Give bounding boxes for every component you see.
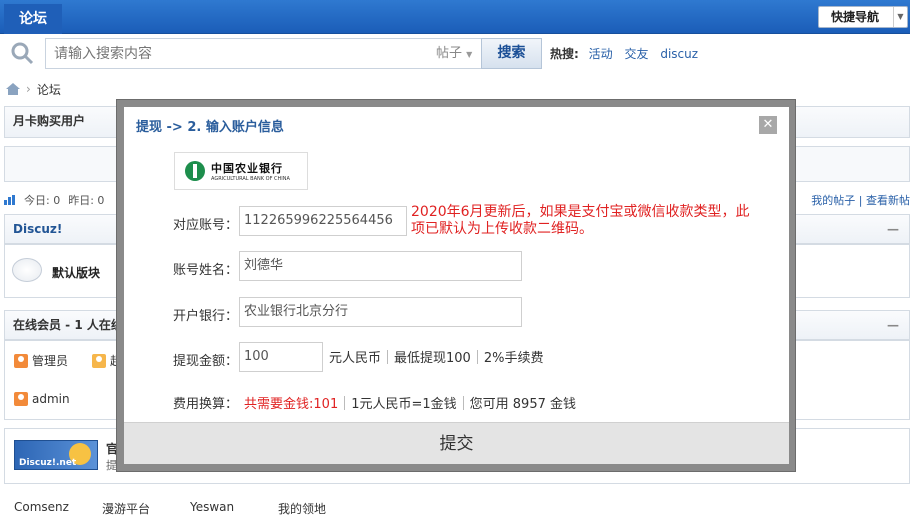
search-bar: 帖子 ▼ 搜索 热搜: 活动 交友 discuz xyxy=(0,35,910,73)
submit-button[interactable]: 提交 xyxy=(124,422,789,464)
hot-label: 热搜: xyxy=(550,47,579,61)
amount-label: 提现金额： xyxy=(173,354,239,369)
update-note: 2020年6月更新后，如果是支付宝或微信收款类型，此项已默认为上传收款二维码。 xyxy=(411,204,750,237)
discuz-logo[interactable]: Discuz!.net xyxy=(14,440,98,470)
header-links: 我的帖子 | 查看新帖 xyxy=(811,194,910,207)
nav-tab-forum[interactable]: 论坛 xyxy=(4,4,62,34)
divider xyxy=(462,395,464,410)
amount-unit: 元人民币 xyxy=(329,351,382,366)
search-type-select[interactable]: 帖子 ▼ xyxy=(432,38,482,69)
conversion-line: 费用换算： 共需要金钱:101 1元人民币=1金钱 您可用 8957 金钱 xyxy=(173,393,576,412)
chevron-down-icon: ▼ xyxy=(893,7,907,27)
stat-yesterday: 昨日: 0 xyxy=(68,194,105,207)
forum-name[interactable]: 默认版块 xyxy=(52,264,100,281)
member-admin-group[interactable]: 管理员 xyxy=(14,352,68,369)
bank-emblem-icon xyxy=(185,161,205,181)
divider xyxy=(387,349,389,364)
discuz-header-title: Discuz! xyxy=(13,222,63,236)
divider xyxy=(344,395,346,410)
member-label: 管理员 xyxy=(32,354,69,368)
footer-link-comsenz[interactable]: Comsenz xyxy=(14,500,102,517)
forum-bubble-icon xyxy=(12,258,42,282)
amount-min: 最低提现100 xyxy=(394,351,471,366)
conversion-available: 您可用 8957 金钱 xyxy=(469,397,577,412)
footer-link-domain[interactable]: 我的领地 xyxy=(278,500,366,517)
online-header-title: 在线会员 - 1 人在线 xyxy=(13,318,123,332)
withdraw-dialog: 提现 -> 2. 输入账户信息 ✕ 中国农业银行 AGRICULTURAL BA… xyxy=(124,107,789,464)
amount-input[interactable]: 100 xyxy=(239,342,323,372)
bank-name-en: AGRICULTURAL BANK OF CHINA xyxy=(211,176,290,182)
hot-link-friends[interactable]: 交友 xyxy=(624,47,648,61)
bank-logo: 中国农业银行 AGRICULTURAL BANK OF CHINA xyxy=(174,152,308,190)
conversion-label: 费用换算： xyxy=(173,397,239,412)
user-icon xyxy=(14,353,28,368)
forum-stats: 今日: 0 昨日: 0 xyxy=(4,192,104,208)
bank-label: 开户银行： xyxy=(173,309,239,324)
hot-link-activity[interactable]: 活动 xyxy=(589,47,613,61)
bank-name-cn: 中国农业银行 xyxy=(211,162,283,175)
search-icon xyxy=(11,42,34,65)
member-admin[interactable]: admin xyxy=(14,392,70,406)
top-navbar: 论坛 快捷导航 ▼ xyxy=(0,0,910,34)
my-posts-link[interactable]: 我的帖子 xyxy=(811,194,855,207)
user-icon xyxy=(14,392,28,406)
dialog-title: 提现 -> 2. 输入账户信息 xyxy=(136,120,284,135)
chevron-down-icon: ▼ xyxy=(466,50,473,59)
breadcrumb-separator: › xyxy=(26,82,31,96)
breadcrumb-current[interactable]: 论坛 xyxy=(37,81,61,98)
footer-links: Comsenz 漫游平台 Yeswan 我的领地 xyxy=(14,500,366,517)
search-button[interactable]: 搜索 xyxy=(481,38,542,69)
name-input[interactable]: 刘德华 xyxy=(239,251,522,281)
stat-today: 今日: 0 xyxy=(24,194,61,207)
account-label: 对应账号： xyxy=(173,218,239,233)
footer-link-yeswan[interactable]: Yeswan xyxy=(190,500,278,517)
quick-nav-label: 快捷导航 xyxy=(831,10,880,24)
quick-nav-dropdown[interactable]: 快捷导航 ▼ xyxy=(818,6,908,28)
user-icon xyxy=(92,353,106,368)
new-posts-link[interactable]: 查看新帖 xyxy=(866,194,910,207)
conversion-needed: 共需要金钱:101 xyxy=(244,397,339,412)
bank-input[interactable]: 农业银行北京分行 xyxy=(239,297,522,327)
conversion-rate: 1元人民币=1金钱 xyxy=(351,397,457,412)
stats-icon xyxy=(4,195,15,205)
collapse-icon[interactable]: — xyxy=(887,311,899,339)
amount-fee: 2%手续费 xyxy=(483,351,544,366)
breadcrumb: › 论坛 xyxy=(6,80,61,98)
account-input[interactable]: 112265996225564456 xyxy=(239,206,407,236)
hot-searches: 热搜: 活动 交友 discuz xyxy=(550,45,706,62)
search-input[interactable] xyxy=(46,39,434,68)
logo-text: Discuz!.net xyxy=(19,458,77,468)
member-label: admin xyxy=(32,392,70,406)
search-box xyxy=(45,38,434,69)
collapse-icon[interactable]: — xyxy=(887,215,899,243)
section-title: 月卡购买用户 xyxy=(13,114,86,128)
hot-link-discuz[interactable]: discuz xyxy=(660,47,698,61)
home-icon[interactable] xyxy=(6,83,20,95)
divider xyxy=(476,349,478,364)
name-label: 账号姓名： xyxy=(173,263,239,278)
close-icon[interactable]: ✕ xyxy=(759,116,777,134)
amount-info: 元人民币 最低提现100 2%手续费 xyxy=(329,347,543,366)
footer-link-manyou[interactable]: 漫游平台 xyxy=(102,500,190,517)
search-type-label: 帖子 xyxy=(436,46,463,61)
